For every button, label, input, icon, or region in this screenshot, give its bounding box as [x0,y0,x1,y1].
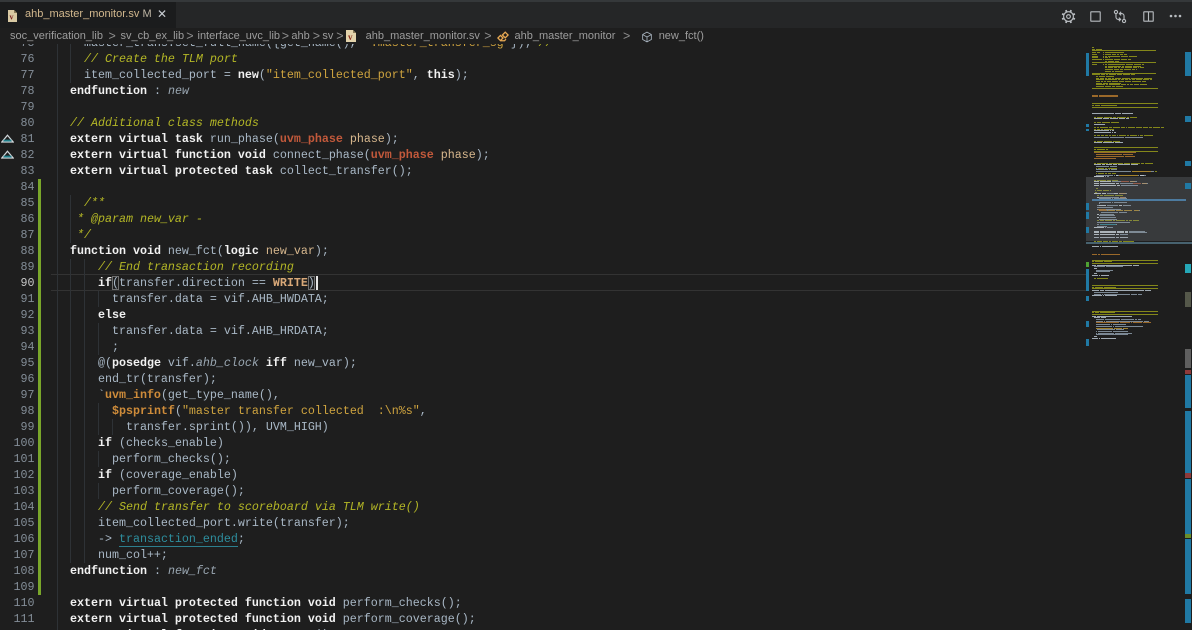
svg-text:v: v [348,32,353,42]
svg-text:v: v [10,13,14,22]
